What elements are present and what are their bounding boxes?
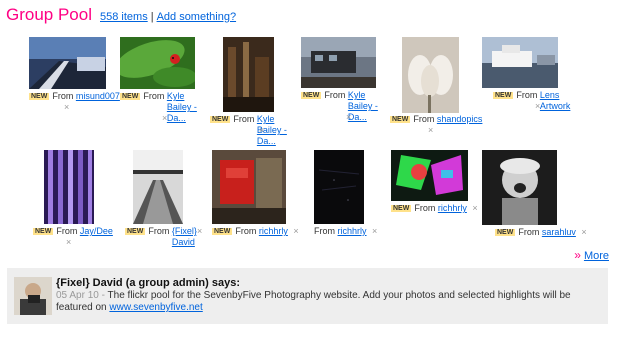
from-label: From (56, 226, 78, 236)
photo-thumbnail[interactable] (482, 37, 558, 88)
photo-thumbnail[interactable] (223, 37, 274, 112)
photo-caption: From richhrly × (314, 226, 377, 237)
chevron-double-right-icon: » (574, 248, 581, 262)
photo-caption: NEW From richhrly × (212, 226, 299, 237)
author-link[interactable]: richhrly (438, 203, 467, 213)
photo-caption: NEW From misund007 (29, 91, 120, 102)
remove-photo-icon[interactable]: × (535, 101, 540, 111)
from-label: From (143, 91, 165, 101)
author-link[interactable]: richhrly (259, 226, 288, 236)
author-link[interactable]: misund007 (76, 91, 120, 101)
remove-photo-icon[interactable]: × (162, 113, 167, 123)
photo-thumbnail[interactable] (212, 150, 286, 224)
remove-photo-icon[interactable]: × (66, 237, 71, 247)
photo-thumbnail[interactable] (44, 150, 94, 224)
admin-message: 05 Apr 10 - The flickr pool for the Seve… (56, 290, 601, 314)
date-separator: - (98, 290, 108, 301)
remove-photo-icon[interactable]: × (293, 226, 298, 236)
photo-caption: NEW From richhrly × (391, 203, 478, 214)
photo-caption: NEW From shandopics (390, 114, 482, 125)
from-label: From (52, 91, 74, 101)
from-label: From (235, 226, 257, 236)
note-date: 05 Apr 10 (56, 290, 99, 301)
admin-note: {Fixel} David (a group admin) says: 05 A… (7, 268, 608, 324)
admin-name: {Fixel} David (a group admin) says: (56, 277, 240, 289)
from-label: From (148, 226, 170, 236)
photo-thumbnail[interactable] (314, 150, 364, 224)
new-badge: NEW (120, 93, 141, 100)
photo-thumbnail[interactable] (482, 150, 557, 225)
remove-photo-icon[interactable]: × (64, 102, 69, 112)
remove-photo-icon[interactable]: × (372, 226, 377, 236)
remove-photo-icon[interactable]: × (581, 227, 586, 237)
from-label: From (518, 227, 540, 237)
new-badge: NEW (33, 228, 54, 235)
photo-caption: NEW From sarahluv × (495, 227, 587, 238)
author-link[interactable]: richhrly (338, 226, 367, 236)
author-link[interactable]: sarahluv (542, 227, 576, 237)
author-link[interactable]: Jay/Dee (80, 226, 113, 236)
remove-photo-icon[interactable]: × (428, 125, 433, 135)
author-link[interactable]: shandopics (437, 114, 483, 124)
author-link[interactable]: Kyle Bailey - Da... (167, 91, 211, 124)
remove-photo-icon[interactable]: × (346, 112, 351, 122)
new-badge: NEW (301, 92, 322, 99)
remove-photo-icon[interactable]: × (472, 203, 477, 213)
new-badge: NEW (493, 92, 514, 99)
new-badge: NEW (495, 229, 516, 236)
photo-thumbnail[interactable] (402, 37, 459, 113)
from-label: From (414, 203, 436, 213)
remove-photo-icon[interactable]: × (197, 226, 202, 236)
new-badge: NEW (29, 93, 50, 100)
author-link[interactable]: Lens Artwork (540, 90, 574, 112)
more-link-wrap: » More (574, 248, 609, 262)
new-badge: NEW (125, 228, 146, 235)
new-badge: NEW (212, 228, 233, 235)
photo-caption: NEW From Kyle Bailey - Da... (210, 114, 301, 147)
photo-thumbnail[interactable] (133, 150, 183, 224)
author-link[interactable]: Kyle Bailey - Da... (348, 90, 392, 123)
from-label: From (324, 90, 346, 100)
from-label: From (413, 114, 435, 124)
avatar[interactable] (14, 277, 52, 315)
photo-thumbnail[interactable] (301, 37, 376, 88)
photo-thumbnail[interactable] (120, 37, 195, 89)
new-badge: NEW (390, 116, 411, 123)
photo-caption: NEW From Jay/Dee (33, 226, 113, 237)
photo-caption: NEW From Lens Artwork (493, 90, 574, 112)
more-link[interactable]: More (584, 250, 609, 262)
from-label: From (516, 90, 538, 100)
from-label: From (233, 114, 255, 124)
new-badge: NEW (210, 116, 231, 123)
remove-photo-icon[interactable]: × (259, 125, 264, 135)
new-badge: NEW (391, 205, 412, 212)
photo-thumbnail[interactable] (29, 37, 106, 89)
photo-thumbnail[interactable] (391, 150, 468, 201)
photo-grid: NEW From misund007 × NEW From Kyle Bailey … (0, 0, 620, 260)
website-link[interactable]: www.sevenbyfive.net (109, 302, 202, 313)
photo-caption: NEW From {Fixel} David (125, 226, 202, 248)
from-label: From (314, 226, 335, 236)
